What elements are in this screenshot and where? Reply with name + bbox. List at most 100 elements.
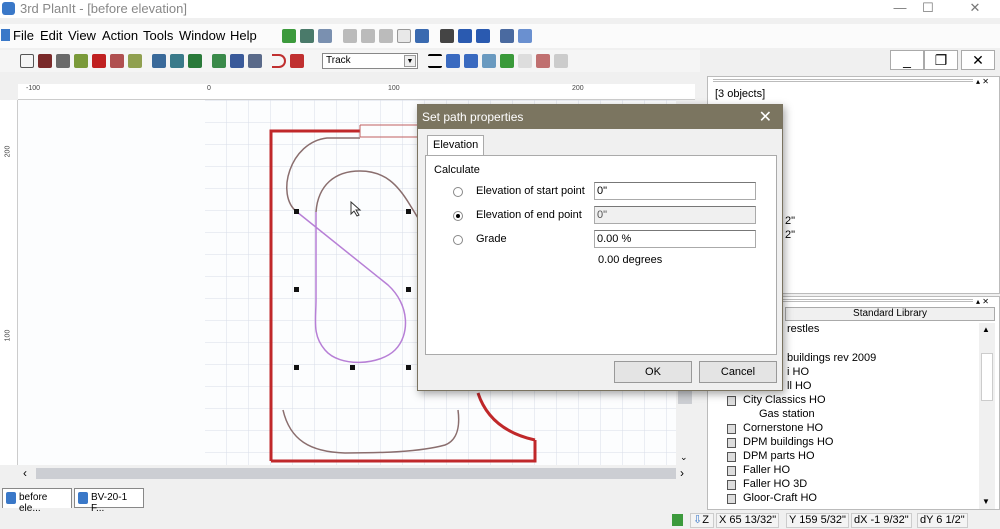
text-icon[interactable]	[518, 54, 532, 68]
tool-icon[interactable]	[415, 29, 429, 43]
3d-icon[interactable]	[672, 514, 683, 526]
point-icon[interactable]	[92, 54, 106, 68]
mdi-minimize-button[interactable]: _	[890, 50, 924, 70]
elevation-icon[interactable]	[536, 54, 550, 68]
library-folder-icon	[727, 452, 736, 462]
document-tab-bv[interactable]: BV-20-1 F...	[74, 488, 144, 514]
ruler-label: 100	[4, 329, 12, 342]
menu-help[interactable]: Help	[230, 28, 257, 43]
library-item[interactable]: Faller HO 3D	[743, 478, 807, 490]
library-item[interactable]: DPM buildings HO	[743, 436, 833, 448]
library-item[interactable]: DPM parts HO	[743, 450, 815, 462]
grade-icon[interactable]	[500, 54, 514, 68]
scroll-down-icon[interactable]: ⌄	[680, 452, 688, 463]
layer-select[interactable]: Track ▼	[322, 53, 418, 69]
scroll-up-icon[interactable]: ▲	[982, 325, 990, 334]
tool-icon[interactable]	[343, 29, 357, 43]
tool-icon[interactable]	[379, 29, 393, 43]
map-icon[interactable]	[212, 54, 226, 68]
library-scrollbar[interactable]: ▲ ▼	[979, 323, 995, 509]
render-icon[interactable]	[300, 29, 314, 43]
line-weight-icon[interactable]	[428, 54, 442, 68]
menu-action[interactable]: Action	[102, 28, 138, 43]
library-item[interactable]: i HO	[787, 366, 809, 378]
tool-icon[interactable]	[361, 29, 375, 43]
document-icon	[78, 492, 88, 504]
3d-view-icon[interactable]	[282, 29, 296, 43]
ruler-label: 200	[572, 85, 584, 92]
panel-pin-icon[interactable]: ▴ ✕	[976, 77, 989, 86]
menu-edit[interactable]: Edit	[40, 28, 62, 43]
radio-grade[interactable]	[453, 235, 463, 245]
library-item[interactable]: ll HO	[787, 380, 811, 392]
chart-icon[interactable]	[248, 54, 262, 68]
refresh-icon[interactable]	[318, 29, 332, 43]
window-icon[interactable]	[500, 29, 514, 43]
scroll-right-icon[interactable]: ›	[680, 466, 684, 480]
ok-button[interactable]: OK	[614, 361, 692, 383]
label-icon[interactable]	[464, 54, 478, 68]
menu-file[interactable]: File	[13, 28, 34, 43]
document-tab-before-elevation[interactable]: before ele...	[2, 488, 72, 514]
grid-icon[interactable]	[20, 54, 34, 68]
ruler-icon[interactable]	[38, 54, 52, 68]
radio-end-point[interactable]	[453, 211, 463, 221]
horizontal-scrollbar[interactable]: ‹ ›	[18, 465, 695, 482]
tool-icon[interactable]	[554, 54, 568, 68]
properties-icon[interactable]	[518, 29, 532, 43]
scroll-thumb[interactable]	[678, 390, 692, 404]
property-value: 2"	[785, 215, 796, 227]
close-button[interactable]: ✕	[955, 0, 995, 18]
dialog-close-button[interactable]: ✕	[759, 107, 772, 127]
disconnect-icon[interactable]	[290, 54, 304, 68]
select-tool-icon[interactable]	[397, 29, 411, 43]
zoom-fit-icon[interactable]	[458, 29, 472, 43]
panel-pin-icon[interactable]: ▴ ✕	[976, 297, 989, 306]
scroll-left-icon[interactable]: ‹	[23, 466, 27, 480]
grade-field[interactable]	[594, 230, 756, 248]
status-dx: dX -1 9/32"	[851, 513, 912, 528]
terrain-icon[interactable]	[188, 54, 202, 68]
zoom-extents-icon[interactable]	[476, 29, 490, 43]
library-item[interactable]: Gas station	[759, 408, 815, 420]
library-title[interactable]: Standard Library	[785, 307, 995, 321]
mdi-close-button[interactable]: ✕	[961, 50, 995, 70]
label-icon[interactable]	[482, 54, 496, 68]
parallel-icon[interactable]	[128, 54, 142, 68]
chevron-down-icon[interactable]: ▼	[404, 55, 416, 67]
menu-window[interactable]: Window	[179, 28, 225, 43]
z-indicator[interactable]: ⇩Z	[690, 513, 714, 528]
maximize-button[interactable]: ☐	[908, 0, 948, 18]
panel-grip[interactable]	[713, 79, 973, 82]
start-point-field[interactable]	[594, 182, 756, 200]
library-item[interactable]: buildings rev 2009	[787, 352, 876, 364]
radio-start-point[interactable]	[453, 187, 463, 197]
menu-tools[interactable]: Tools	[143, 28, 173, 43]
menu-view[interactable]: View	[68, 28, 96, 43]
double-track-icon[interactable]	[74, 54, 88, 68]
table-icon[interactable]	[230, 54, 244, 68]
status-dy: dY 6 1/2"	[917, 513, 968, 528]
curve-icon[interactable]	[272, 54, 286, 68]
tool-icon[interactable]	[440, 29, 454, 43]
label-icon[interactable]	[446, 54, 460, 68]
track-icon[interactable]	[56, 54, 70, 68]
scroll-thumb[interactable]	[36, 468, 676, 479]
library-item[interactable]: City Classics HO	[743, 394, 826, 406]
cancel-button[interactable]: Cancel	[699, 361, 777, 383]
edit-icon[interactable]	[152, 54, 166, 68]
document-icon	[6, 492, 16, 504]
end-point-field[interactable]	[594, 206, 756, 224]
library-item[interactable]: Faller HO	[743, 464, 790, 476]
mdi-restore-button[interactable]: ❐	[924, 50, 958, 70]
menu-bar: File Edit View Action Tools Window Help …	[0, 24, 1000, 70]
tab-elevation[interactable]: Elevation	[427, 135, 485, 155]
library-item[interactable]: Cornerstone HO	[743, 422, 823, 434]
library-item[interactable]: Gloor-Craft HO	[743, 492, 817, 504]
scroll-thumb[interactable]	[981, 353, 993, 401]
library-item[interactable]: restles	[787, 323, 819, 335]
turnout-icon[interactable]	[110, 54, 124, 68]
set-path-properties-dialog: Set path properties ✕ Elevation Calculat…	[417, 104, 783, 391]
scroll-down-icon[interactable]: ▼	[982, 497, 990, 506]
search-icon[interactable]	[170, 54, 184, 68]
